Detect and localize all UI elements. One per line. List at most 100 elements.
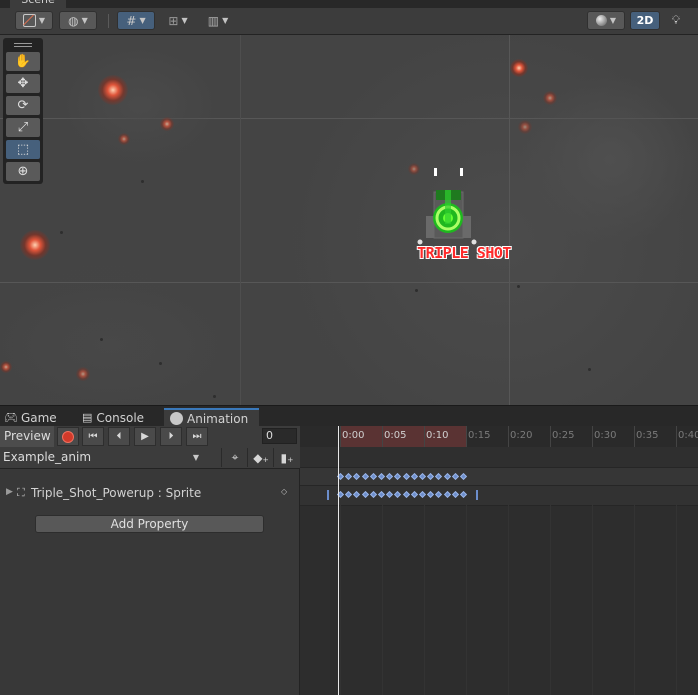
keyframe[interactable]	[394, 490, 402, 499]
scale-icon: ⤢	[17, 120, 29, 135]
grid-snapping-toggle[interactable]: # ▼	[117, 11, 155, 30]
gamepad-icon: 🎮︎	[4, 411, 18, 424]
rect-tool-button[interactable]: ⬚	[6, 140, 40, 159]
grid-visibility-dropdown[interactable]: ▥ ▼	[200, 11, 236, 30]
keyframe[interactable]	[451, 472, 459, 481]
keyframe[interactable]	[410, 472, 418, 481]
playhead[interactable]	[338, 426, 339, 695]
keyframe[interactable]	[443, 490, 451, 499]
ruler-tick-label: 0:00	[342, 430, 365, 441]
star-dot	[588, 368, 591, 371]
console-icon: ▤	[82, 411, 93, 424]
nebula-cloud	[60, 45, 220, 165]
keyframe[interactable]	[369, 472, 377, 481]
keyframe[interactable]	[386, 472, 394, 481]
keyframe[interactable]	[353, 472, 361, 481]
ruler-tick	[340, 426, 341, 447]
keyframe-diamond-icon[interactable]: ◇	[281, 487, 287, 496]
keyframe[interactable]	[386, 490, 394, 499]
ruler-tick-label: 0:40	[678, 430, 698, 441]
star-dot	[517, 285, 520, 288]
grid-icon: ▥	[207, 13, 220, 28]
filter-keyframes-button[interactable]: ⌖	[221, 448, 248, 467]
keyframe[interactable]	[410, 490, 418, 499]
previous-keyframe-button[interactable]: ⏴	[108, 427, 130, 446]
keyframe[interactable]	[459, 472, 468, 481]
timeline-grid-line	[634, 504, 635, 695]
preview-toggle[interactable]: Preview	[0, 426, 54, 447]
tools-palette: ✋ ✥ ⟳ ⤢ ⬚ ⊕	[3, 38, 43, 184]
keyframe[interactable]	[361, 490, 369, 499]
animation-clip-dropdown[interactable]: Example_anim ▼	[0, 447, 205, 468]
keyframe[interactable]	[345, 490, 353, 499]
keyframe[interactable]	[394, 472, 402, 481]
ruler-tick-label: 0:20	[510, 430, 533, 441]
first-keyframe-button[interactable]: ⏮	[82, 427, 104, 446]
property-row[interactable]: ▶ ⛶ Triple_Shot_Powerup : Sprite ◇	[0, 484, 300, 504]
triple-shot-powerup-sprite[interactable]: TRIPLE SHOT	[412, 168, 512, 268]
chevron-down-icon: ▼	[609, 16, 617, 25]
time-ruler[interactable]: 0:00 0:05 0:10 0:15 0:20 0:25 0:30 0:35 0:40	[300, 426, 698, 448]
lighting-toggle[interactable]: 💡︎	[665, 11, 687, 30]
keyframe[interactable]	[345, 472, 353, 481]
keyframe[interactable]	[377, 472, 386, 481]
palette-drag-handle[interactable]	[14, 43, 32, 44]
keyframe[interactable]	[402, 490, 410, 499]
animation-controls-bar: Preview ⏮ ⏴ ▶ ⏵ ⏭ 0	[0, 426, 300, 448]
scene-tab-strip	[0, 0, 698, 8]
tab-animation[interactable]: Animation	[164, 408, 259, 427]
ruler-tick	[382, 426, 383, 447]
summary-keyframe-track[interactable]	[300, 468, 698, 485]
add-event-button[interactable]: ▮₊	[273, 448, 300, 467]
scene-view[interactable]	[0, 35, 698, 405]
range-end-marker[interactable]	[476, 490, 478, 500]
keyframe[interactable]	[435, 472, 443, 481]
keyframe[interactable]	[418, 490, 427, 499]
keyframe[interactable]	[435, 490, 443, 499]
keyframe[interactable]	[427, 490, 435, 499]
star-dot	[100, 338, 103, 341]
increment-snap-dropdown[interactable]: ⊞ ▼	[160, 11, 196, 30]
add-property-button[interactable]: Add Property	[35, 515, 264, 533]
rotate-tool-button[interactable]: ⟳	[6, 96, 40, 115]
keyframe[interactable]	[427, 472, 435, 481]
keyframe[interactable]	[377, 490, 386, 499]
record-button[interactable]	[57, 427, 79, 446]
2d-mode-toggle[interactable]: 2D	[630, 11, 660, 30]
next-keyframe-button[interactable]: ⏵	[160, 427, 182, 446]
chevron-down-icon: ▼	[81, 16, 88, 25]
timeline-grid-line	[424, 504, 425, 695]
add-keyframe-button[interactable]: ◆₊	[247, 448, 274, 467]
last-keyframe-button[interactable]: ⏭	[186, 427, 208, 446]
range-start-marker[interactable]	[327, 490, 329, 500]
summary-track	[300, 447, 698, 468]
keyframe[interactable]	[369, 490, 377, 499]
hand-tool-button[interactable]: ✋	[6, 52, 40, 71]
hand-icon: ✋	[14, 54, 32, 69]
tab-scene[interactable]: Scene	[10, 0, 66, 8]
global-local-dropdown[interactable]: ◍ ▼	[59, 11, 97, 30]
play-button[interactable]: ▶	[134, 427, 156, 446]
keyframe[interactable]	[459, 490, 468, 499]
keyframe[interactable]	[361, 472, 369, 481]
keyframe[interactable]	[418, 472, 427, 481]
keyframe[interactable]	[402, 472, 410, 481]
tab-game[interactable]: 🎮︎ Game	[4, 408, 80, 427]
tab-console[interactable]: ▤ Console	[82, 408, 162, 427]
transform-tool-button[interactable]: ⊕	[6, 162, 40, 181]
expand-arrow-icon[interactable]: ▶	[6, 487, 13, 497]
property-keyframe-track[interactable]	[300, 485, 698, 506]
shading-mode-dropdown[interactable]: ▼	[587, 11, 625, 30]
animation-timeline[interactable]: 0:00 0:05 0:10 0:15 0:20 0:25 0:30 0:35 0:40	[300, 426, 698, 695]
current-frame-field[interactable]: 0	[262, 428, 297, 444]
star-dot	[159, 362, 162, 365]
scale-tool-button[interactable]: ⤢	[6, 118, 40, 137]
timeline-grid-line	[382, 504, 383, 695]
keyframe[interactable]	[451, 490, 459, 499]
draw-mode-dropdown[interactable]: ▼	[15, 11, 53, 30]
keyframe[interactable]	[353, 490, 361, 499]
move-tool-button[interactable]: ✥	[6, 74, 40, 93]
ruler-tick	[424, 426, 425, 447]
keyframe[interactable]	[443, 472, 451, 481]
ruler-tick-label: 0:05	[384, 430, 407, 441]
